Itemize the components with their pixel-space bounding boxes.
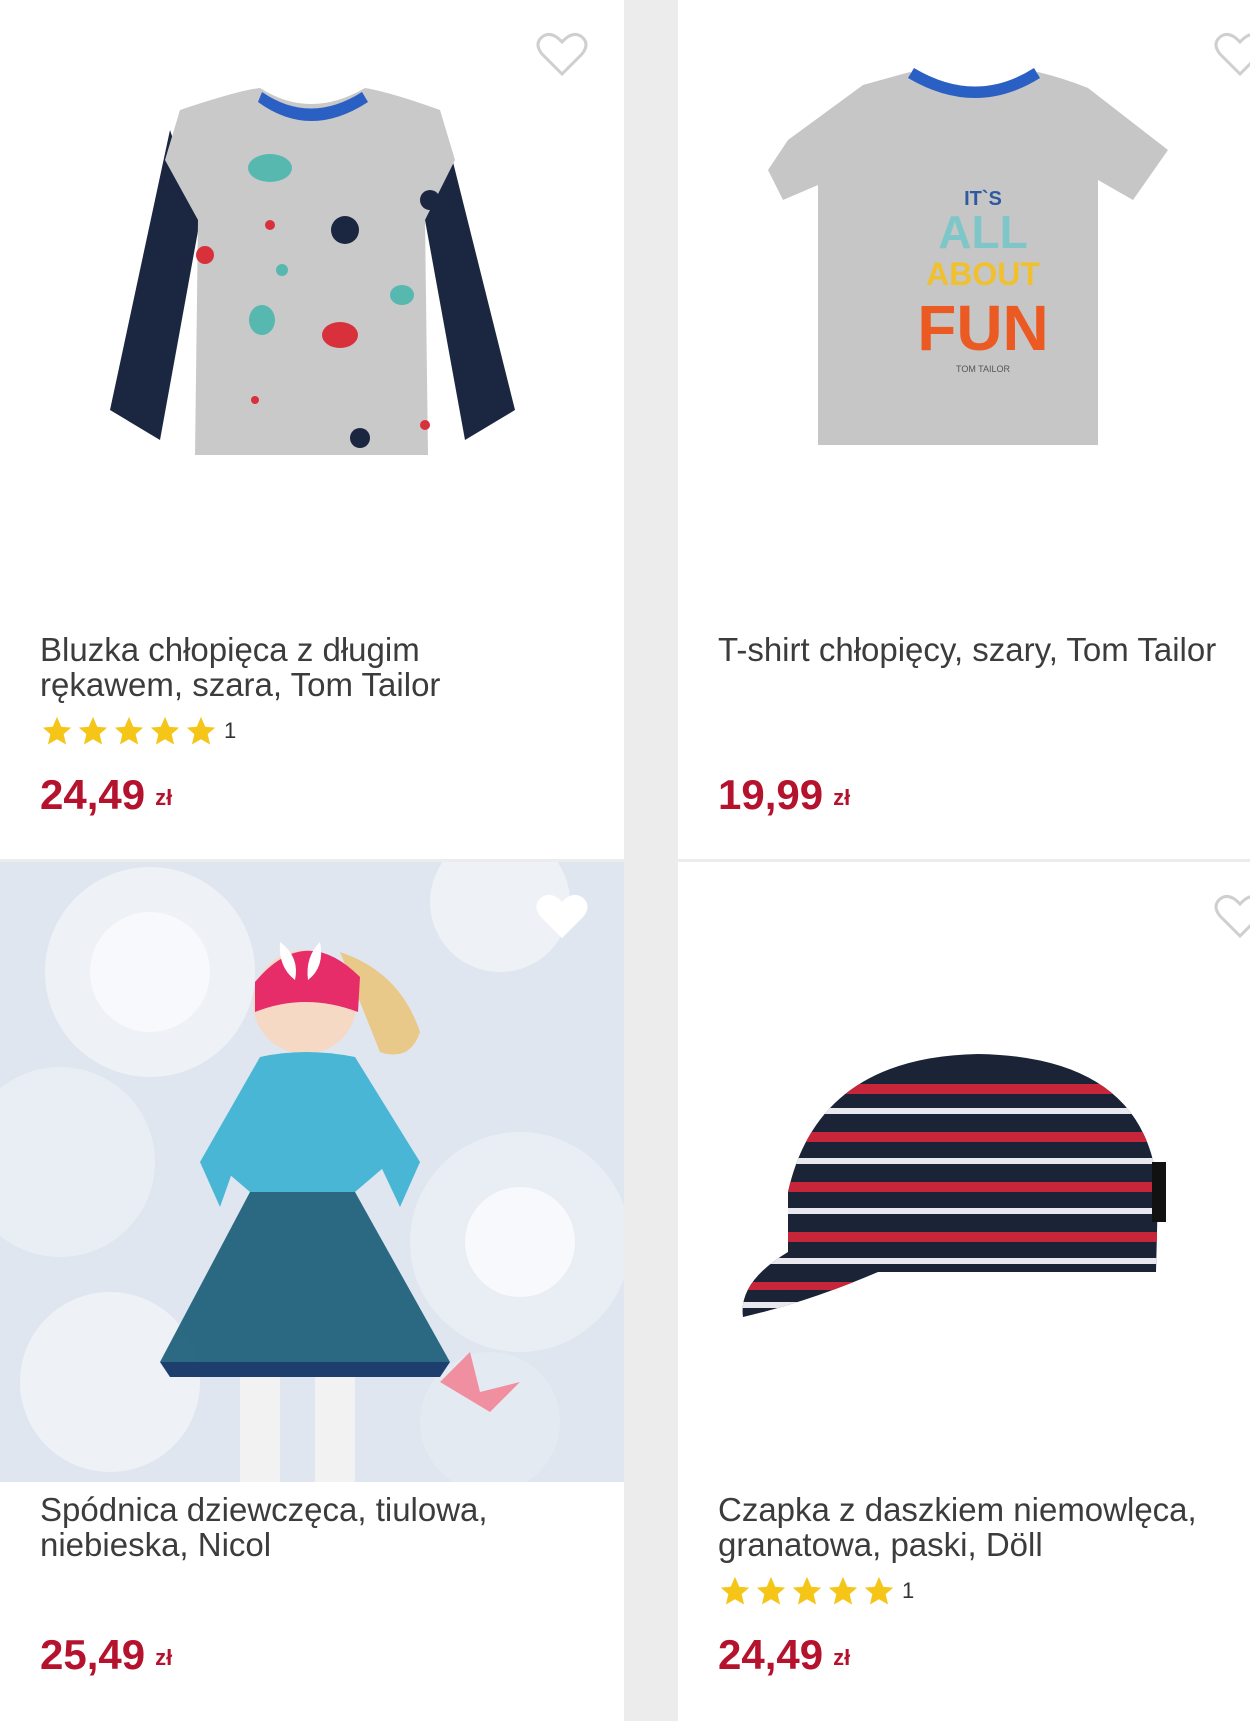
star-icon	[828, 1576, 858, 1605]
price-currency: zł	[833, 784, 851, 810]
star-icon	[150, 716, 180, 745]
product-title[interactable]: Czapka z daszkiem niemowlęca, granatowa,…	[718, 1492, 1240, 1562]
favorite-heart-icon[interactable]	[536, 892, 588, 940]
print-line-5: TOM TAILOR	[956, 364, 1011, 374]
rating-count: 1	[224, 718, 237, 743]
product-card[interactable]: Bluzka chłopięca z długim rękawem, szara…	[0, 0, 624, 859]
product-image[interactable]	[678, 862, 1250, 1482]
price-currency: zł	[155, 784, 173, 810]
striped-cap-image	[742, 1054, 1166, 1317]
product-card[interactable]: IT`S ALL ABOUT FUN TOM TAILOR T-shirt ch…	[678, 0, 1250, 859]
product-title[interactable]: T-shirt chłopięcy, szary, Tom Tailor	[718, 632, 1240, 667]
price-currency: zł	[155, 1644, 173, 1670]
rating-count: 1	[902, 1578, 915, 1603]
price-value: 19,99	[718, 771, 824, 818]
print-line-3: ABOUT	[926, 256, 1040, 292]
price-value: 24,49	[718, 1631, 824, 1678]
product-image[interactable]	[0, 0, 624, 620]
star-icon	[792, 1576, 822, 1605]
favorite-heart-icon[interactable]	[1214, 30, 1250, 78]
product-price: 24,49 zł	[718, 1630, 850, 1683]
print-line-4: FUN	[917, 292, 1049, 364]
favorite-heart-icon[interactable]	[1214, 892, 1250, 940]
product-title[interactable]: Spódnica dziewczęca, tiulowa, niebieska,…	[40, 1492, 614, 1562]
star-icon	[42, 716, 72, 745]
product-price: 19,99 zł	[718, 770, 850, 823]
rating: 1	[718, 1574, 914, 1608]
price-value: 25,49	[40, 1631, 146, 1678]
star-icon	[114, 716, 144, 745]
product-title[interactable]: Bluzka chłopięca z długim rękawem, szara…	[40, 632, 614, 702]
price-currency: zł	[833, 1644, 851, 1670]
product-card[interactable]: Spódnica dziewczęca, tiulowa, niebieska,…	[0, 862, 624, 1721]
star-icon	[756, 1576, 786, 1605]
rating: 1	[40, 714, 236, 748]
product-price: 25,49 zł	[40, 1630, 172, 1683]
product-image[interactable]: IT`S ALL ABOUT FUN TOM TAILOR	[678, 0, 1250, 620]
product-price: 24,49 zł	[40, 770, 172, 823]
grey-tshirt-image: IT`S ALL ABOUT FUN TOM TAILOR	[768, 68, 1168, 445]
product-image[interactable]	[0, 862, 624, 1482]
star-icon	[720, 1576, 750, 1605]
product-card[interactable]: Czapka z daszkiem niemowlęca, granatowa,…	[678, 862, 1250, 1721]
star-icon	[864, 1576, 894, 1605]
girl-tulle-skirt-photo	[0, 862, 624, 1482]
price-value: 24,49	[40, 771, 146, 818]
favorite-heart-icon[interactable]	[536, 30, 588, 78]
star-icon	[186, 716, 216, 745]
grey-longsleeve-shirt-image	[110, 88, 515, 455]
star-icon	[78, 716, 108, 745]
print-line-2: ALL	[938, 206, 1027, 258]
